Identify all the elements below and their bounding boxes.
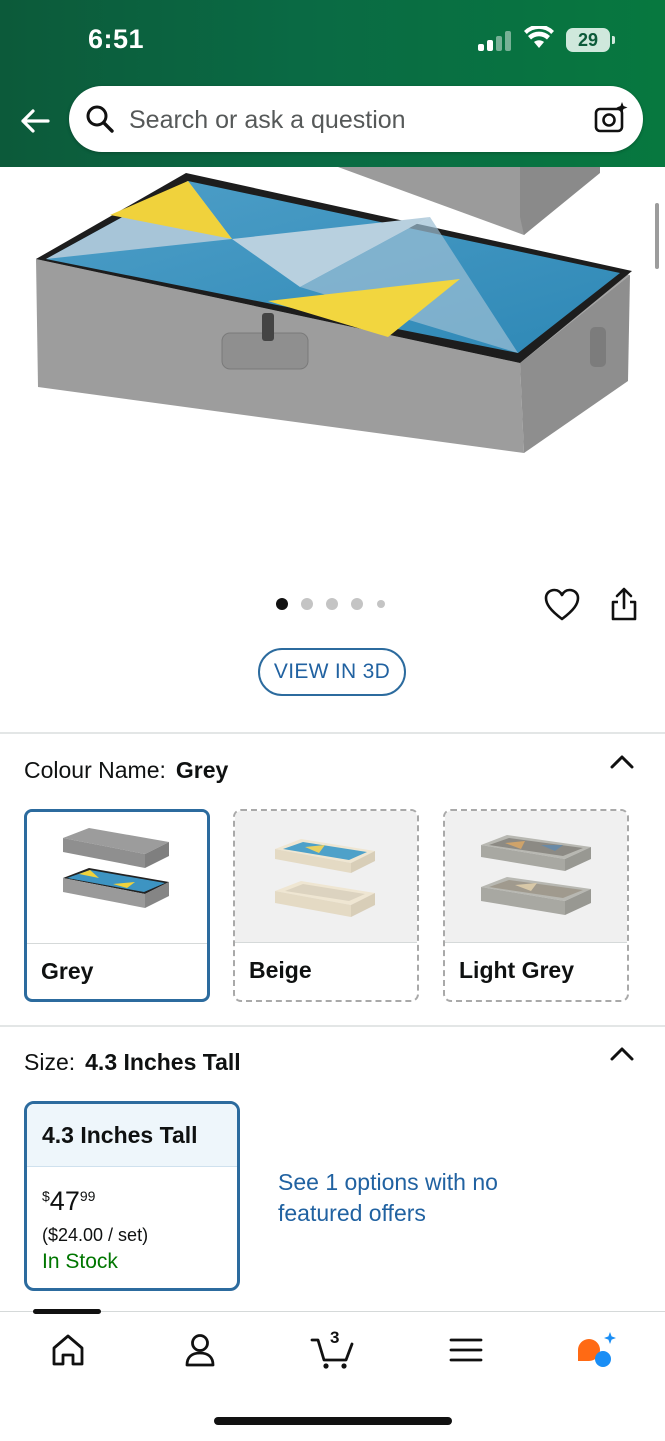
- product-image[interactable]: [0, 167, 665, 587]
- price-fraction: 99: [79, 1188, 96, 1204]
- price: $4799: [42, 1186, 95, 1217]
- home-indicator[interactable]: [214, 1417, 452, 1425]
- size-collapse-chevron-up-icon[interactable]: [609, 1044, 635, 1064]
- search-input[interactable]: [127, 96, 571, 144]
- back-arrow-icon[interactable]: [18, 104, 52, 138]
- colour-option-name: Grey: [41, 958, 94, 984]
- camera-search-icon[interactable]: [593, 100, 629, 136]
- pager-dot[interactable]: [276, 598, 288, 610]
- swatch-separator: [27, 943, 207, 944]
- wifi-icon: [524, 26, 554, 48]
- size-label: Size: 4.3 Inches Tall: [24, 1049, 241, 1076]
- grey-swatch-image: [27, 812, 207, 943]
- size-label-text: Size:: [24, 1049, 76, 1075]
- search-icon: [86, 105, 114, 133]
- price-currency: $: [42, 1188, 50, 1204]
- colour-option-name: Light Grey: [459, 957, 575, 983]
- swatch-separator: [235, 942, 417, 943]
- active-tab-indicator: [33, 1309, 101, 1314]
- beige-swatch-image: [235, 811, 417, 942]
- rufus-assistant-icon[interactable]: [574, 1330, 618, 1370]
- unit-price: ($24.00 / set): [42, 1225, 149, 1245]
- pager-dot[interactable]: [326, 598, 338, 610]
- colour-option-beige[interactable]: Beige: [233, 809, 419, 1002]
- pager-dot[interactable]: [377, 600, 385, 608]
- heart-icon[interactable]: [544, 588, 580, 622]
- cellular-signal-icon: [478, 31, 514, 51]
- size-card-header: 4.3 Inches Tall: [27, 1104, 237, 1167]
- price-whole: 47: [49, 1186, 80, 1216]
- colour-selected-value: Grey: [175, 757, 229, 783]
- size-selected-value: 4.3 Inches Tall: [85, 1049, 241, 1075]
- colour-option-light-grey[interactable]: Light Grey: [443, 809, 629, 1002]
- light-grey-swatch-image: [445, 811, 627, 942]
- size-card-title: 4.3 Inches Tall: [42, 1122, 198, 1148]
- pager-dot[interactable]: [351, 598, 363, 610]
- colour-collapse-chevron-up-icon[interactable]: [609, 752, 635, 772]
- size-option-card[interactable]: 4.3 Inches Tall $4799 ($24.00 / set) In …: [24, 1101, 240, 1291]
- colour-label-text: Colour Name:: [24, 757, 166, 783]
- section-divider: [0, 732, 665, 734]
- account-icon[interactable]: [180, 1330, 220, 1370]
- swatch-separator: [445, 942, 627, 943]
- search-bar[interactable]: [69, 86, 643, 152]
- pager-dot[interactable]: [301, 598, 313, 610]
- colour-name-label: Colour Name: Grey: [24, 757, 228, 784]
- stock-status: In Stock: [42, 1250, 118, 1273]
- cart-count-badge: 3: [330, 1328, 340, 1347]
- home-icon[interactable]: [48, 1330, 88, 1370]
- status-time: 6:51: [88, 24, 145, 54]
- battery-icon: 29: [566, 28, 610, 52]
- menu-icon[interactable]: [446, 1330, 486, 1370]
- storage-bag-image: [36, 167, 632, 453]
- view-in-3d-button[interactable]: VIEW IN 3D: [258, 648, 406, 696]
- app-header: 6:51 29: [0, 0, 665, 167]
- colour-option-name: Beige: [249, 957, 312, 983]
- share-icon[interactable]: [608, 586, 640, 622]
- battery-tip: [612, 36, 615, 44]
- colour-option-grey[interactable]: Grey: [24, 809, 210, 1002]
- see-more-offers-link[interactable]: See 1 options with no featured offers: [278, 1167, 508, 1229]
- scroll-indicator[interactable]: [655, 203, 659, 269]
- section-divider: [0, 1025, 665, 1027]
